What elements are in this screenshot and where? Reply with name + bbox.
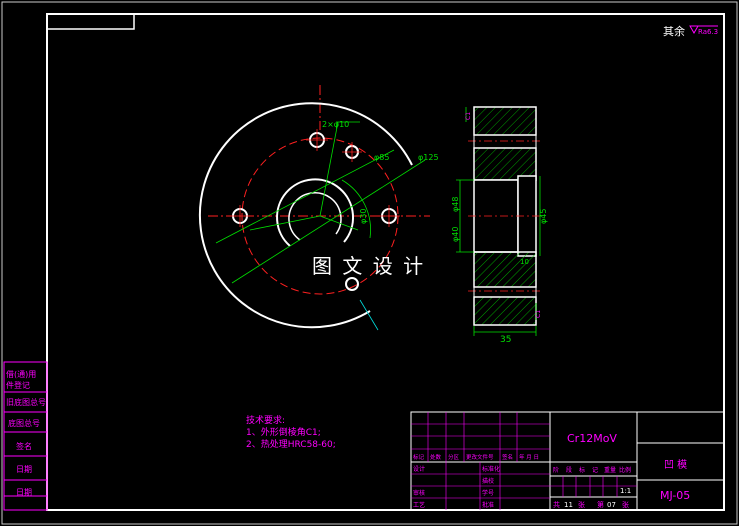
- role-studentno: 学号: [482, 489, 494, 497]
- role-design: 设计: [413, 465, 425, 473]
- side-label-3: 旧底图总号: [6, 397, 46, 407]
- roughness-prefix: 其余: [663, 24, 685, 38]
- rev-h4: 更改文件号: [466, 453, 494, 461]
- watermark: 图 文 设 计: [312, 254, 425, 278]
- side-label-1: 借(通)用: [6, 369, 36, 379]
- rev-h5: 签名: [502, 453, 513, 461]
- title-block: 标记 处数 分区 更改文件号 签名 年 月 日 设计 标准化 描校 审核 学号 …: [410, 411, 725, 511]
- section-view: φ40 φ48 φ45 35 10 C1 C1: [451, 106, 548, 345]
- front-view: 2×φ10 φ85 φ125 φ30: [198, 85, 439, 331]
- side-label-5: 签名: [16, 441, 32, 451]
- rev-h2: 处数: [430, 453, 442, 461]
- stage-h1: 阶: [553, 466, 559, 474]
- dim-d48: φ48: [451, 197, 460, 212]
- role-approve: 批准: [482, 501, 494, 509]
- rev-h6: 年 月 日: [519, 453, 539, 461]
- roughness-value: Ra6.3: [698, 28, 718, 36]
- dim-h10: 10: [520, 258, 529, 266]
- side-label-7: 日期: [16, 488, 32, 497]
- stage-h6: 比例: [619, 466, 631, 474]
- part-name: 凹 模: [664, 459, 687, 471]
- dim-w35: 35: [500, 335, 511, 345]
- stage-h5: 重量: [604, 466, 616, 474]
- tech-requirements: 技术要求: 1、外形倒棱角C1; 2、热处理HRC58-60;: [246, 414, 336, 450]
- role-process: 工艺: [413, 501, 425, 509]
- side-strip: 借(通)用 件登记 旧底图总号 底图总号 签名 日期 日期: [3, 361, 48, 511]
- rev-h3: 分区: [448, 453, 460, 461]
- chamfer-top: C1: [465, 112, 472, 120]
- hole-callout: 2×φ10: [322, 120, 349, 129]
- dim-d85: φ85: [374, 153, 389, 162]
- sheet-total-unit: 张: [578, 500, 585, 509]
- dim-d125: φ125: [418, 153, 439, 162]
- scale-value: 1:1: [620, 487, 631, 495]
- side-label-6: 日期: [16, 465, 32, 474]
- side-label-2: 件登记: [6, 380, 30, 390]
- dim-d30: φ30: [359, 209, 368, 224]
- stage-h2: 段: [566, 466, 572, 474]
- sheet-total: 11: [564, 501, 573, 509]
- side-label-4: 底图总号: [8, 418, 40, 428]
- chamfer-bottom: C1: [535, 310, 542, 318]
- sheet-no: 07: [607, 501, 616, 509]
- role-review: 审核: [413, 489, 425, 497]
- drawing-number: MJ-05: [660, 489, 690, 502]
- role-check: 描校: [482, 477, 494, 485]
- tech-title: 技术要求:: [246, 414, 285, 426]
- tech-item-2: 2、热处理HRC58-60;: [246, 438, 336, 450]
- rev-h1: 标记: [413, 453, 425, 461]
- dim-d45: φ45: [539, 209, 548, 224]
- role-std: 标准化: [482, 465, 500, 473]
- stage-h3: 标: [579, 466, 585, 474]
- bolt-hole-lower: [345, 277, 359, 291]
- sheet-total-label: 共: [553, 500, 560, 509]
- sheet-no-unit: 张: [622, 500, 629, 509]
- roughness-symbol-icon: [689, 25, 699, 35]
- dim-d40: φ40: [451, 227, 460, 242]
- tech-item-1: 1、外形倒棱角C1;: [246, 426, 321, 438]
- sheet-no-label: 第: [597, 500, 604, 509]
- material: Cr12MoV: [567, 432, 617, 445]
- roughness-note: 其余 Ra6.3: [663, 24, 718, 38]
- stage-h4: 记: [592, 467, 598, 474]
